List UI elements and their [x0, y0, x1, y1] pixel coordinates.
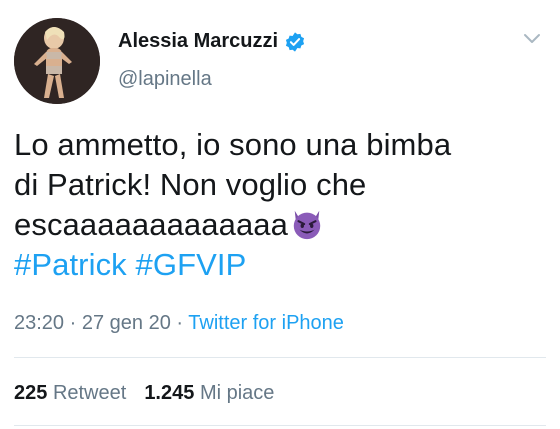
author-name-row[interactable]: Alessia Marcuzzi — [118, 30, 306, 53]
hashtag-link[interactable]: #Patrick — [14, 247, 127, 282]
smiling-devil-emoji-icon — [290, 207, 324, 241]
tweet-line-with-emoji: escaaaaaaaaaaaaa — [14, 205, 544, 245]
verified-badge-icon — [284, 31, 306, 53]
tweet-time[interactable]: 23:20 — [14, 312, 64, 334]
meta-separator: · — [176, 312, 184, 334]
display-name[interactable]: Alessia Marcuzzi — [118, 30, 278, 53]
chevron-down-icon[interactable] — [522, 32, 542, 46]
hashtags-line: #Patrick #GFVIP — [14, 245, 544, 285]
tweet-stats: 225 Retweet 1.245 Mi piace — [14, 382, 274, 405]
like-label: Mi piace — [199, 382, 275, 404]
tweet-meta: 23:20 · 27 gen 20 · Twitter for iPhone — [14, 312, 344, 335]
retweet-label: Retweet — [52, 382, 127, 404]
tweet-line: Lo ammetto, io sono una bimba — [14, 127, 452, 162]
user-handle[interactable]: @lapinella — [118, 68, 212, 91]
retweet-count: 225 — [14, 382, 48, 404]
divider — [14, 425, 546, 426]
tweet-text: Lo ammetto, io sono una bimba di Patrick… — [14, 125, 544, 285]
retweet-stat[interactable]: 225 Retweet — [14, 382, 126, 404]
tweet-line: di Patrick! Non voglio che — [14, 167, 367, 202]
tweet-line: escaaaaaaaaaaaaa — [14, 207, 288, 242]
hashtag-link[interactable]: #GFVIP — [136, 247, 247, 282]
like-count: 1.245 — [144, 382, 195, 404]
tweet-source-link[interactable]: Twitter for iPhone — [188, 312, 344, 334]
like-stat[interactable]: 1.245 Mi piace — [144, 382, 274, 404]
avatar[interactable] — [14, 18, 100, 104]
divider — [14, 357, 546, 358]
tweet-date[interactable]: 27 gen 20 — [82, 312, 171, 334]
meta-separator: · — [69, 312, 77, 334]
avatar-photo — [14, 18, 100, 104]
